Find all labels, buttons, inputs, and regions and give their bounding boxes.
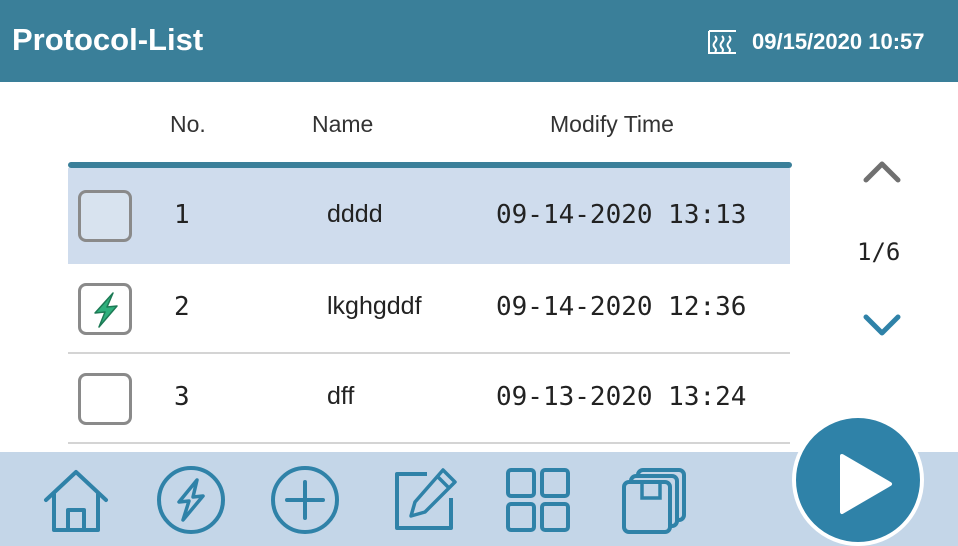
chevron-up-icon[interactable] xyxy=(852,148,912,188)
copy-button[interactable] xyxy=(616,462,692,538)
column-header-no: No. xyxy=(170,111,206,137)
row-number: 1 xyxy=(174,200,190,230)
chevron-down-icon[interactable] xyxy=(852,305,912,345)
grid-view-button[interactable] xyxy=(500,462,576,538)
row-modify-time: 09-13-2020 13:24 xyxy=(496,382,747,412)
table-row[interactable]: 1 dddd 09-14-2020 13:13 xyxy=(68,168,790,264)
table-row[interactable]: 2 lkghgddf 09-14-2020 12:36 xyxy=(68,264,790,354)
home-icon xyxy=(44,470,108,532)
run-protocol-button[interactable] xyxy=(153,462,229,538)
table-row[interactable]: 3 dff 09-13-2020 13:24 xyxy=(68,354,790,444)
row-name: dddd xyxy=(327,200,383,228)
row-checkbox[interactable] xyxy=(78,373,132,425)
heater-icon xyxy=(708,30,736,54)
add-button[interactable] xyxy=(267,462,343,538)
column-header-name: Name xyxy=(312,111,374,137)
header-bar: Protocol-List 09/15/2020 10:57 xyxy=(0,0,958,82)
lightning-icon xyxy=(94,292,118,328)
grid-icon xyxy=(506,468,570,532)
start-button[interactable] xyxy=(792,414,924,546)
row-checkbox[interactable] xyxy=(78,283,132,335)
add-icon xyxy=(271,466,339,534)
edit-button[interactable] xyxy=(387,462,463,538)
row-number: 2 xyxy=(174,292,190,322)
row-name: dff xyxy=(327,382,355,410)
lightning-icon xyxy=(157,466,225,534)
row-number: 3 xyxy=(174,382,190,412)
home-button[interactable] xyxy=(38,462,114,538)
column-header-modify-time: Modify Time xyxy=(550,111,674,137)
row-modify-time: 09-14-2020 12:36 xyxy=(496,292,747,322)
row-name: lkghgddf xyxy=(327,292,422,320)
edit-icon xyxy=(395,468,457,530)
copy-icon xyxy=(622,468,686,534)
page-indicator: 1/6 xyxy=(857,238,901,266)
row-modify-time: 09-14-2020 13:13 xyxy=(496,200,747,230)
page-title: Protocol-List xyxy=(12,22,204,57)
play-icon xyxy=(840,454,892,514)
row-checkbox[interactable] xyxy=(78,190,132,242)
header-datetime: 09/15/2020 10:57 xyxy=(752,29,925,54)
